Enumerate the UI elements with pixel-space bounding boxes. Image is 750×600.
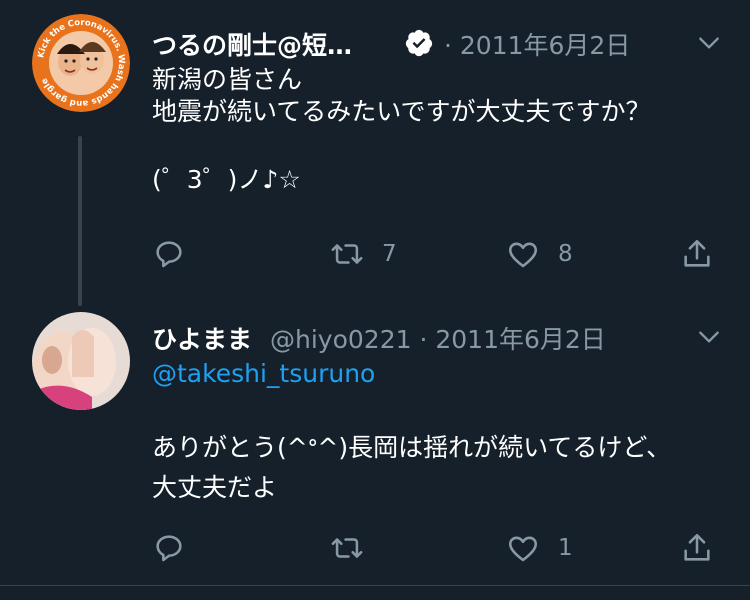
tweet-text: 新潟の皆さん 地震が続いてるみたいですが大丈夫ですか？ (゜3゜)ノ♪☆ — [152, 64, 732, 200]
tweet-line: 大丈夫だよ — [152, 473, 278, 502]
retweet-button[interactable]: 7 — [330, 234, 397, 274]
tweet-actions: 1 — [152, 528, 732, 568]
tweet-header: ひよまま @hiyo0221 · 2011年6月2日 — [152, 316, 732, 356]
retweet-count: 7 — [382, 241, 397, 267]
avatar-image: Kick the Coronavirus. Wash hands and gar… — [32, 14, 130, 112]
reply-icon — [156, 535, 182, 562]
separator: · — [419, 325, 428, 354]
avatar-image — [32, 312, 130, 410]
tweet-line — [152, 396, 732, 428]
share-icon — [684, 533, 710, 561]
retweet-icon — [331, 244, 363, 264]
display-name[interactable]: つるの剛士@短… — [152, 26, 352, 62]
tweet-line: 新潟の皆さん — [152, 65, 303, 94]
user-handle: @hiyo0221 — [270, 325, 412, 354]
retweet-button[interactable] — [330, 528, 382, 568]
verified-icon — [405, 29, 433, 57]
tweet[interactable]: Kick the Coronavirus. Wash hands and gar… — [0, 0, 750, 308]
share-button[interactable] — [680, 528, 714, 568]
tweet-line: ありがとう(^ᐤ^)長岡は揺れが続いてるけど、 — [152, 433, 672, 462]
tweet-line: (゜3゜)ノ♪☆ — [152, 165, 301, 194]
thread-line — [78, 136, 82, 306]
avatar[interactable] — [32, 312, 130, 410]
reply-button[interactable] — [152, 234, 204, 274]
like-icon — [508, 536, 538, 562]
like-count: 8 — [558, 241, 573, 267]
display-name[interactable]: ひよまま — [152, 320, 252, 356]
share-icon — [684, 239, 710, 267]
tweet-meta[interactable]: @hiyo0221 · 2011年6月2日 — [270, 320, 606, 356]
tweet-header: つるの剛士@短… · 2011年6月2日 — [152, 22, 732, 62]
date-text: 2011年6月2日 — [459, 31, 631, 60]
divider — [0, 585, 750, 586]
like-button[interactable]: 1 — [506, 528, 573, 568]
tweet-line — [152, 128, 732, 160]
chevron-down-icon[interactable] — [696, 324, 722, 350]
tweet[interactable]: ひよまま @hiyo0221 · 2011年6月2日 @takeshi_tsur… — [0, 308, 750, 586]
tweet-date[interactable]: · 2011年6月2日 — [444, 26, 630, 62]
separator: · — [444, 31, 452, 60]
reply-icon — [156, 241, 182, 268]
mention-link[interactable]: @takeshi_tsuruno — [152, 358, 732, 396]
like-button[interactable]: 8 — [506, 234, 573, 274]
tweet-actions: 7 8 — [152, 234, 732, 274]
chevron-down-icon[interactable] — [696, 30, 722, 56]
like-count: 1 — [558, 535, 573, 561]
share-button[interactable] — [680, 234, 714, 274]
like-icon — [508, 242, 538, 268]
retweet-icon — [331, 538, 363, 558]
reply-button[interactable] — [152, 528, 204, 568]
tweet-text: @takeshi_tsuruno ありがとう(^ᐤ^)長岡は揺れが続いてるけど、… — [152, 358, 732, 508]
date-text: 2011年6月2日 — [435, 325, 606, 354]
avatar[interactable]: Kick the Coronavirus. Wash hands and gar… — [32, 14, 130, 112]
tweet-line: 地震が続いてるみたいですが大丈夫ですか？ — [152, 97, 651, 126]
